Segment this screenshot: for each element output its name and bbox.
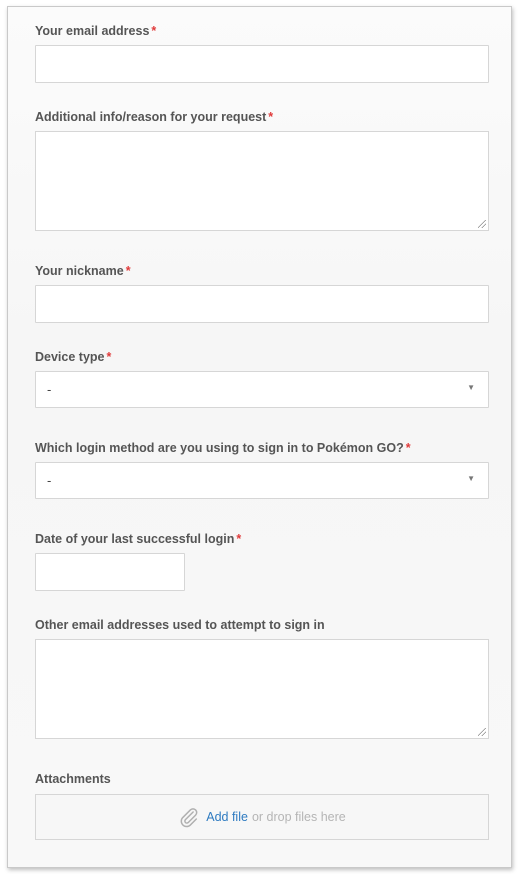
- paperclip-icon: [180, 808, 198, 828]
- email-label-text: Your email address: [35, 24, 150, 38]
- device-type-group: Device type * - ▼: [35, 350, 489, 408]
- required-marker: *: [236, 532, 242, 546]
- additional-info-group: Additional info/reason for your request *: [35, 110, 489, 231]
- form-panel: Your email address * Additional info/reas…: [7, 6, 512, 868]
- attachment-dropzone[interactable]: Add file or drop files here: [35, 794, 489, 840]
- login-method-label-text: Which login method are you using to sign…: [35, 441, 404, 455]
- email-input[interactable]: [35, 45, 489, 83]
- login-method-select[interactable]: - ▼: [35, 462, 489, 499]
- device-type-select[interactable]: - ▼: [35, 371, 489, 408]
- resize-handle-icon[interactable]: [478, 728, 486, 736]
- nickname-label: Your nickname *: [35, 264, 489, 279]
- login-method-group: Which login method are you using to sign…: [35, 441, 489, 499]
- nickname-label-text: Your nickname: [35, 264, 124, 278]
- attachments-label-text: Attachments: [35, 772, 111, 786]
- other-emails-textarea[interactable]: [35, 639, 489, 739]
- drop-files-hint: or drop files here: [251, 810, 346, 824]
- last-login-label-text: Date of your last successful login: [35, 532, 235, 546]
- other-emails-label: Other email addresses used to attempt to…: [35, 618, 489, 633]
- additional-info-label: Additional info/reason for your request *: [35, 110, 489, 125]
- device-type-selected-value: -: [47, 382, 52, 397]
- last-login-group: Date of your last successful login *: [35, 532, 489, 591]
- login-method-selected-value: -: [47, 473, 52, 488]
- email-label: Your email address *: [35, 24, 489, 39]
- other-emails-label-text: Other email addresses used to attempt to…: [35, 618, 325, 632]
- chevron-down-icon: ▼: [467, 474, 475, 483]
- required-marker: *: [125, 264, 131, 278]
- last-login-date-input[interactable]: [35, 553, 185, 591]
- required-marker: *: [405, 441, 411, 455]
- attachments-label: Attachments: [35, 772, 489, 787]
- additional-info-textarea[interactable]: [35, 131, 489, 231]
- last-login-label: Date of your last successful login *: [35, 532, 489, 547]
- nickname-input[interactable]: [35, 285, 489, 323]
- chevron-down-icon: ▼: [467, 383, 475, 392]
- resize-handle-icon[interactable]: [478, 220, 486, 228]
- required-marker: *: [151, 24, 157, 38]
- login-method-label: Which login method are you using to sign…: [35, 441, 489, 456]
- required-marker: *: [268, 110, 274, 124]
- add-file-link[interactable]: Add file: [206, 810, 248, 824]
- email-field-group: Your email address *: [35, 24, 489, 83]
- attachments-group: Attachments Add file or drop files here: [35, 772, 489, 840]
- device-type-label: Device type *: [35, 350, 489, 365]
- nickname-field-group: Your nickname *: [35, 264, 489, 323]
- required-marker: *: [106, 350, 112, 364]
- device-type-label-text: Device type: [35, 350, 105, 364]
- other-emails-group: Other email addresses used to attempt to…: [35, 618, 489, 739]
- additional-info-label-text: Additional info/reason for your request: [35, 110, 267, 124]
